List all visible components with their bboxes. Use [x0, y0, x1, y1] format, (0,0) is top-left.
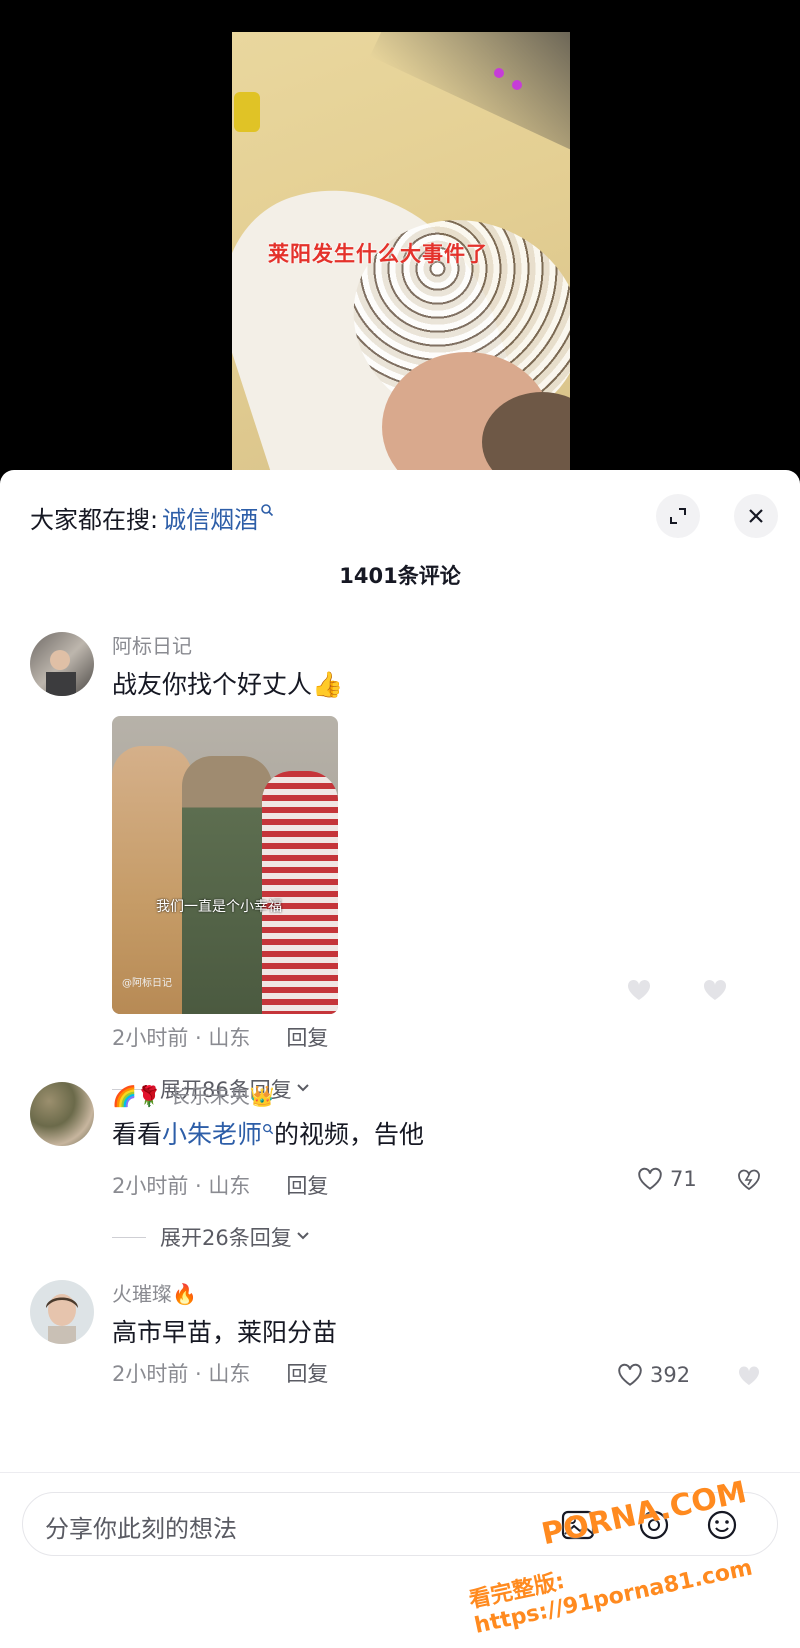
expand-replies-label: 展开26条回复: [160, 1226, 292, 1250]
avatar[interactable]: [30, 1082, 94, 1146]
expand-replies-button[interactable]: 展开26条回复: [112, 1222, 762, 1252]
avatar[interactable]: [30, 632, 94, 696]
comment-time-location: 2小时前 · 山东: [112, 1026, 251, 1050]
search-icon: [262, 1124, 274, 1138]
avatar[interactable]: [30, 1280, 94, 1344]
comment-image[interactable]: 我们一直是个小幸福 @阿标日记: [112, 716, 338, 1014]
mention-link[interactable]: 小朱老师: [162, 1120, 262, 1149]
heart-icon: [627, 979, 651, 1000]
crown-icon: 👑: [249, 1084, 275, 1108]
close-icon: [749, 509, 763, 523]
comment-image-caption: 我们一直是个小幸福: [156, 899, 282, 915]
like-count: 392: [650, 1363, 691, 1387]
comment-item: 🌈🌹 长乐未央 👑 看看小朱老师 的视频，告他 2小时前 · 山东 回复 展开26…: [30, 1082, 770, 1262]
comment-username[interactable]: 火璀璨: [112, 1280, 172, 1308]
search-icon: [260, 503, 274, 521]
broken-heart-icon: [738, 1366, 760, 1385]
comment-username[interactable]: 阿标日记: [112, 632, 762, 660]
comment-time-location: 2小时前 · 山东: [112, 1362, 251, 1386]
fire-icon: 🔥: [172, 1282, 197, 1306]
dislike-button[interactable]: [736, 1364, 762, 1392]
like-button[interactable]: 392: [616, 1362, 690, 1388]
comment-text-after: 的视频，告他: [274, 1120, 425, 1149]
like-count: 71: [670, 1167, 697, 1191]
comment-sheet: 大家都在搜: 诚信烟酒 1401条评论 阿标日记 战友你找个好丈人👍 我们一直是…: [0, 470, 800, 1648]
comment-image-watermark: @阿标日记: [122, 978, 172, 989]
broken-heart-icon: [703, 979, 727, 1000]
comment-text-before: 看看: [112, 1120, 163, 1149]
like-button[interactable]: 71: [636, 1166, 697, 1192]
reply-button[interactable]: 回复: [286, 1170, 328, 1200]
divider: [0, 1472, 800, 1473]
comment-text: 高市早苗，莱阳分苗: [112, 1318, 338, 1347]
comment-username[interactable]: 长乐未央: [170, 1082, 250, 1110]
comment-count: 1401条评论: [339, 564, 461, 588]
broken-heart-icon: [738, 1169, 760, 1191]
chevron-down-icon: [296, 1229, 310, 1245]
trending-search-label: 大家都在搜:: [30, 506, 159, 534]
expand-button[interactable]: [656, 494, 700, 538]
dislike-button[interactable]: [702, 978, 728, 1006]
comment-item: 火璀璨 🔥 高市早苗，莱阳分苗 2小时前 · 山东 回复 392: [30, 1280, 770, 1410]
heart-icon: [638, 1167, 662, 1190]
video-player[interactable]: 莱阳发生什么大事件了: [0, 0, 800, 470]
dislike-button[interactable]: [736, 1168, 762, 1196]
reply-button[interactable]: 回复: [286, 1022, 328, 1052]
comment-text: 战友你找个好丈人👍: [112, 668, 762, 702]
username-badge-icons: 🌈🌹: [112, 1084, 162, 1108]
heart-icon: [618, 1363, 642, 1386]
like-button[interactable]: [626, 978, 658, 1002]
comment-text: 看看小朱老师 的视频，告他: [112, 1118, 762, 1156]
comment-input-placeholder: 分享你此刻的想法: [45, 1515, 237, 1543]
comment-item: 阿标日记 战友你找个好丈人👍 我们一直是个小幸福 @阿标日记 2小时前 · 山东…: [30, 632, 770, 1102]
comment-time-location: 2小时前 · 山东: [112, 1174, 251, 1198]
thumbs-up-icon: 👍: [312, 670, 344, 699]
trending-search[interactable]: 大家都在搜: 诚信烟酒: [30, 500, 274, 535]
close-button[interactable]: [734, 494, 778, 538]
expand-icon: [670, 508, 686, 524]
trending-search-keyword[interactable]: 诚信烟酒: [162, 500, 258, 535]
video-caption: 莱阳发生什么大事件了: [268, 242, 488, 266]
reply-button[interactable]: 回复: [286, 1358, 328, 1388]
comment-text-content: 战友你找个好丈人: [112, 670, 313, 699]
